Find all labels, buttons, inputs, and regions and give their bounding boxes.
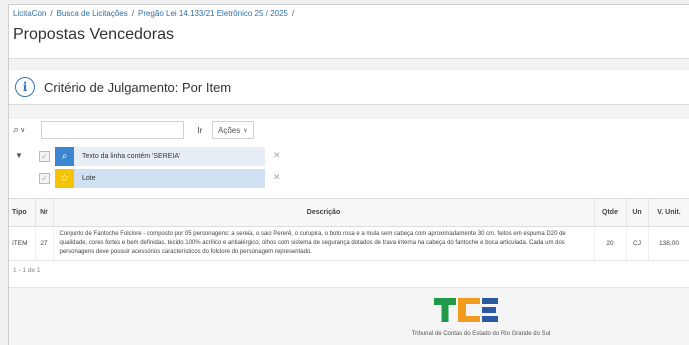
filter-row: ▼ ✓ ⌕ Texto da linha contém 'SEREIA' ✕ xyxy=(9,147,689,166)
app-frame: LicitaCon / Busca de Licitações / Pregão Lei… xyxy=(8,4,689,345)
cell-descricao: Conjunto de Fantoche Folclore - composto… xyxy=(53,226,595,261)
filter-lote[interactable]: ☆ Lote xyxy=(55,169,265,188)
column-header-descricao[interactable]: Descrição xyxy=(53,198,595,227)
results-table: Tipo Nr Descrição Qtde Un V. Unit. ITEM … xyxy=(9,198,689,261)
cell-tipo: ITEM xyxy=(9,226,36,261)
collapse-arrow-icon[interactable]: ▼ xyxy=(15,151,23,160)
tce-logo xyxy=(434,298,498,322)
breadcrumb-trailing: / xyxy=(291,9,295,18)
cell-un: CJ xyxy=(626,226,649,261)
search-input[interactable] xyxy=(41,121,184,139)
pagination-info: 1 - 1 de 1 xyxy=(13,267,41,274)
region-gap xyxy=(9,105,689,119)
footer-org-name: Tribunal de Contas do Estado do Rio Gran… xyxy=(411,331,551,337)
search-icon: ⌕ xyxy=(13,123,20,136)
criterio-text: Critério de Julgamento: Por Item xyxy=(44,79,232,95)
chevron-down-icon: ∨ xyxy=(20,127,26,134)
cell-qtde: 20 xyxy=(594,226,627,261)
report-region: Tipo Nr Descrição Qtde Un V. Unit. ITEM … xyxy=(9,198,689,283)
criterio-region: i Critério de Julgamento: Por Item xyxy=(9,70,689,105)
filter-list: ▼ ✓ ⌕ Texto da linha contém 'SEREIA' ✕ ✓… xyxy=(9,141,689,191)
search-icon: ⌕ xyxy=(55,147,74,166)
filter-enable-checkbox[interactable]: ✓ xyxy=(39,173,50,184)
region-gap xyxy=(9,59,689,70)
breadcrumb: LicitaCon / Busca de Licitações / Pregão Lei… xyxy=(13,9,681,18)
actions-label: Ações xyxy=(218,125,241,135)
page-header: LicitaCon / Busca de Licitações / Pregão Lei… xyxy=(9,5,689,59)
star-icon: ☆ xyxy=(55,169,74,188)
column-header-nr[interactable]: Nr xyxy=(35,198,54,227)
table-row: ITEM 27 Conjunto de Fantoche Folclore - … xyxy=(9,226,689,261)
column-header-un[interactable]: Un xyxy=(626,198,649,227)
breadcrumb-licitacon[interactable]: LicitaCon xyxy=(13,9,46,18)
column-header-qtde[interactable]: Qtde xyxy=(594,198,627,227)
filter-enable-checkbox[interactable]: ✓ xyxy=(39,151,50,162)
page-title: Propostas Vencedoras xyxy=(13,26,174,43)
filter-label: Texto da linha contém 'SEREIA' xyxy=(82,153,181,160)
footer: Tribunal de Contas do Estado do Rio Gran… xyxy=(9,287,689,345)
actions-menu-button[interactable]: Ações ∨ xyxy=(212,121,254,139)
breadcrumb-busca[interactable]: Busca de Licitações xyxy=(57,9,128,18)
search-column-selector[interactable]: ⌕ ∨ xyxy=(13,121,41,139)
breadcrumb-separator: / xyxy=(131,9,134,18)
go-button[interactable]: Ir xyxy=(190,121,210,139)
breadcrumb-pregao[interactable]: Pregão Lei 14.133/21 Eletrônico 25 / 202… xyxy=(138,9,288,18)
filter-search-text[interactable]: ⌕ Texto da linha contém 'SEREIA' xyxy=(55,147,265,166)
filter-label: Lote xyxy=(82,175,96,182)
cell-vunit: 138,00 xyxy=(648,226,689,261)
table-header-row: Tipo Nr Descrição Qtde Un V. Unit. xyxy=(9,198,689,227)
breadcrumb-separator: / xyxy=(50,9,53,18)
column-header-tipo[interactable]: Tipo xyxy=(9,198,36,227)
column-header-vunit[interactable]: V. Unit. xyxy=(648,198,689,227)
search-toolbar: ⌕ ∨ Ir Ações ∨ xyxy=(9,119,689,141)
cell-nr: 27 xyxy=(35,226,54,261)
chevron-down-icon: ∨ xyxy=(243,127,248,134)
remove-filter-icon[interactable]: ✕ xyxy=(273,172,281,183)
info-icon: i xyxy=(15,77,35,97)
remove-filter-icon[interactable]: ✕ xyxy=(273,150,281,161)
filter-row: ✓ ☆ Lote ✕ xyxy=(9,169,689,188)
